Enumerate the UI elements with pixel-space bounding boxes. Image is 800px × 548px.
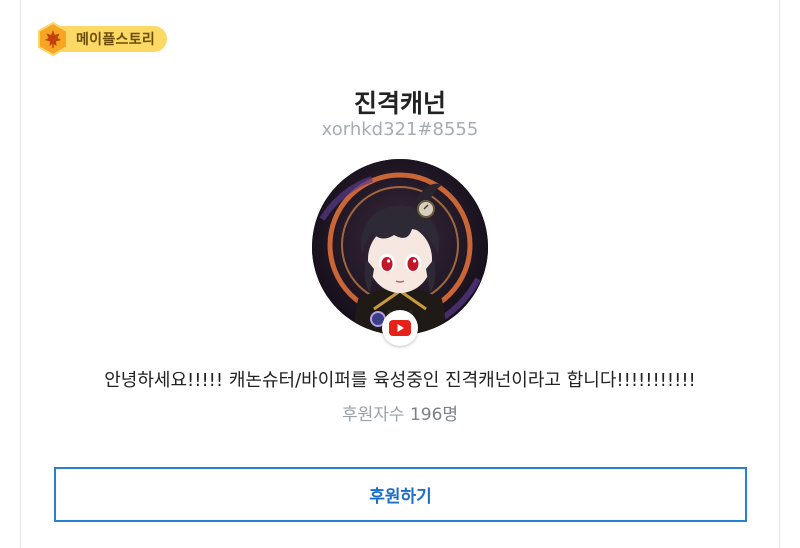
maple-leaf-icon [38, 22, 68, 56]
creator-name: 진격캐넌 [353, 89, 446, 118]
content-border-left [20, 0, 21, 548]
supporter-count-value: 196명 [409, 405, 459, 425]
creator-bio: 안녕하세요!!!!! 캐논슈터/바이퍼를 육성중인 진격캐넌이라고 합니다!!!… [104, 370, 696, 391]
youtube-icon [389, 320, 411, 336]
avatar [312, 159, 488, 335]
avatar-image [312, 159, 488, 335]
youtube-platform-badge[interactable] [382, 310, 418, 346]
supporter-count-label: 후원자수 [341, 405, 405, 425]
support-button[interactable]: 후원하기 [54, 467, 747, 522]
game-tag: 메이플스토리 [36, 22, 168, 56]
content-border-right [779, 0, 780, 548]
creator-handle: xorhkd321#8555 [321, 119, 479, 140]
supporter-count: 후원자수 196명 [0, 400, 800, 425]
game-tag-label: 메이플스토리 [76, 32, 156, 48]
